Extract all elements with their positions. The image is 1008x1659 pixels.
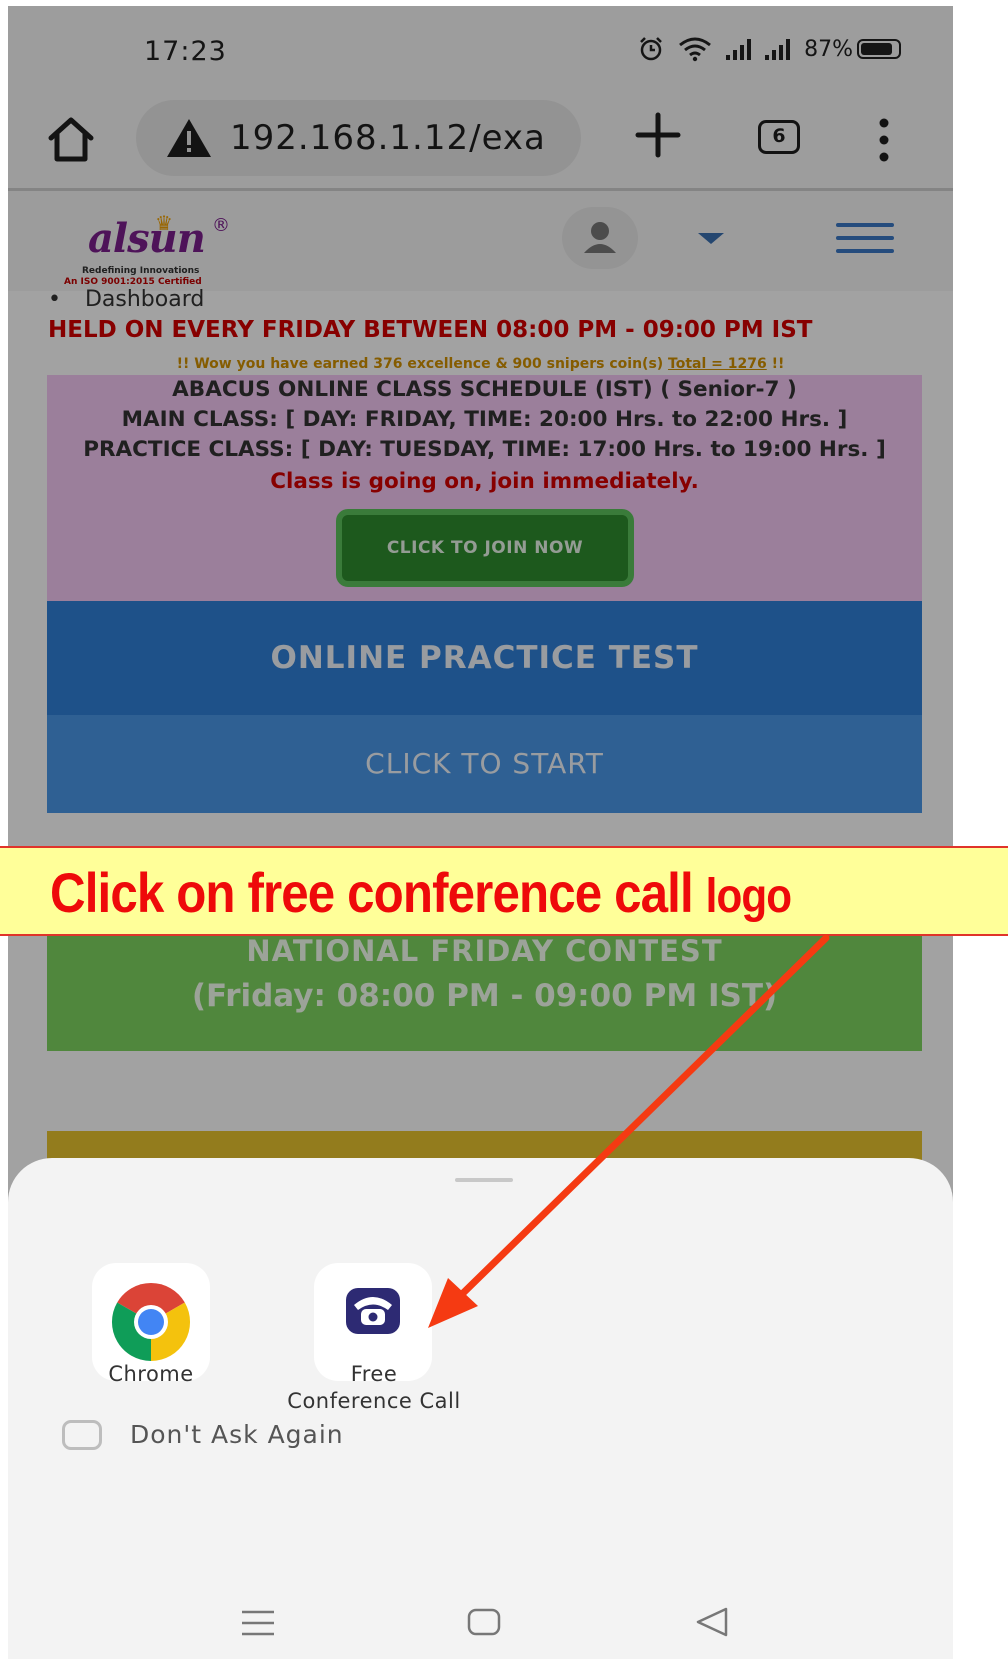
sheet-drag-handle[interactable] xyxy=(455,1178,513,1182)
open-with-bottom-sheet: Chrome Free Conference Call Don't Ask Ag… xyxy=(8,1158,953,1659)
home-nav-icon[interactable] xyxy=(466,1606,502,1638)
annotation-text: Click on free conference call logo xyxy=(50,860,793,925)
annotation-text-tail: logo xyxy=(705,870,793,923)
recent-apps-icon[interactable] xyxy=(240,1608,276,1638)
dont-ask-again-checkbox[interactable] xyxy=(62,1420,102,1450)
annotation-banner: Click on free conference call logo xyxy=(0,846,1008,936)
back-nav-icon[interactable] xyxy=(694,1606,730,1638)
annotation-text-main: Click on free conference call xyxy=(50,861,694,924)
dont-ask-again-label[interactable]: Don't Ask Again xyxy=(130,1420,344,1449)
phone-screen: 17:23 87% 192.168.1.12/exa 6 ♛ alsun ® R… xyxy=(8,6,953,1659)
free-conference-call-label-line1[interactable]: Free xyxy=(274,1362,474,1386)
chrome-app-label[interactable]: Chrome xyxy=(74,1362,228,1386)
system-navigation-bar xyxy=(8,1604,953,1654)
free-conference-call-label-line2[interactable]: Conference Call xyxy=(254,1389,494,1413)
